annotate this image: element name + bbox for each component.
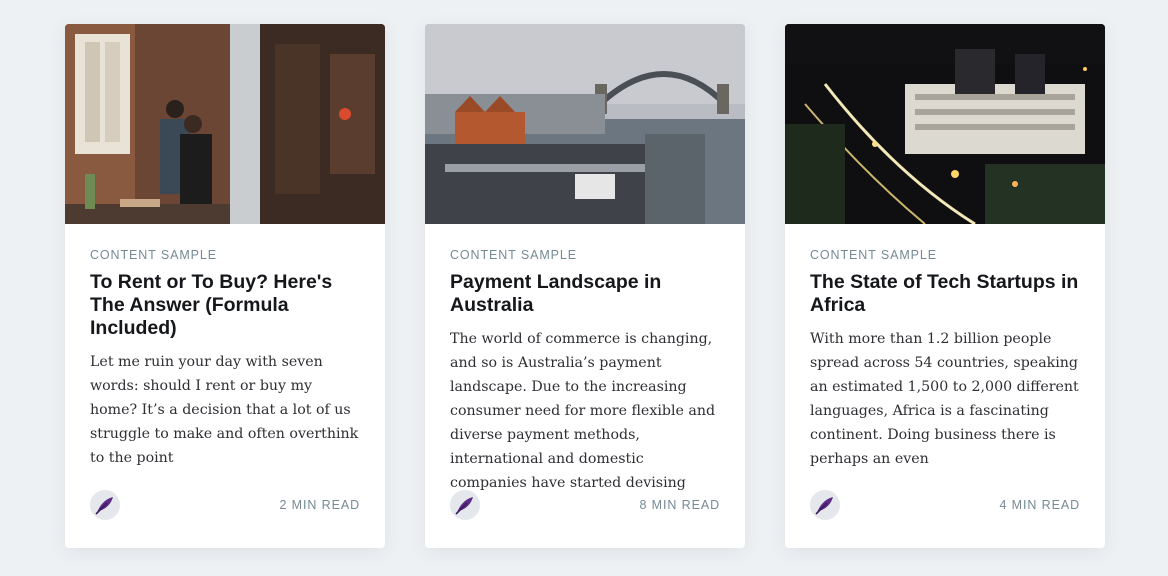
post-image[interactable]	[65, 24, 385, 224]
post-title[interactable]: The State of Tech Startups in Africa	[810, 271, 1080, 317]
post-title[interactable]: Payment Landscape in Australia	[450, 271, 720, 317]
post-card[interactable]: CONTENT SAMPLE Payment Landscape in Aust…	[425, 24, 745, 548]
post-tag[interactable]: CONTENT SAMPLE	[450, 248, 720, 262]
author-avatar[interactable]	[90, 490, 120, 520]
post-image[interactable]	[425, 24, 745, 224]
reading-time: 4 MIN READ	[999, 498, 1080, 512]
post-tag[interactable]: CONTENT SAMPLE	[810, 248, 1080, 262]
feather-avatar-icon	[95, 497, 113, 515]
author-avatar[interactable]	[450, 490, 480, 520]
post-image[interactable]	[785, 24, 1105, 224]
author-avatar[interactable]	[810, 490, 840, 520]
feather-avatar-icon	[815, 497, 833, 515]
reading-time: 2 MIN READ	[279, 498, 360, 512]
post-excerpt: With more than 1.2 billion people spread…	[810, 331, 1079, 467]
post-card[interactable]: CONTENT SAMPLE The State of Tech Startup…	[785, 24, 1105, 548]
post-title[interactable]: To Rent or To Buy? Here's The Answer (Fo…	[90, 271, 360, 340]
post-excerpt: Let me ruin your day with seven words: s…	[90, 354, 359, 466]
post-tag[interactable]: CONTENT SAMPLE	[90, 248, 360, 262]
post-excerpt: The world of commerce is changing, and s…	[450, 331, 716, 491]
post-card[interactable]: CONTENT SAMPLE To Rent or To Buy? Here's…	[65, 24, 385, 548]
feather-avatar-icon	[455, 497, 473, 515]
reading-time: 8 MIN READ	[639, 498, 720, 512]
